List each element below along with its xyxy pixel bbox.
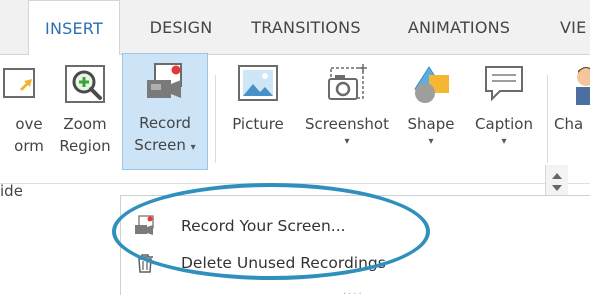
screenshot-camera-icon	[328, 64, 367, 100]
chevron-down-icon: ▾	[190, 142, 196, 153]
move-form-icon	[3, 68, 35, 98]
video-camera-icon	[147, 63, 182, 98]
picture-icon	[238, 65, 278, 101]
chevron-down-icon: ▾	[344, 136, 350, 147]
caption-icon	[485, 66, 523, 102]
characters-button[interactable]: Cha	[554, 55, 590, 183]
move-form-label: ove orm	[14, 115, 44, 155]
caption-button[interactable]: Caption ▾	[466, 55, 542, 183]
screenshot-button[interactable]: Screenshot ▾	[294, 55, 400, 183]
shape-label: Shape ▾	[407, 115, 455, 147]
menu-item-label: Record Your Screen...	[181, 217, 346, 235]
scroll-arrows-icon	[552, 173, 562, 191]
character-icon	[576, 67, 590, 105]
ribbon-separator	[547, 75, 548, 163]
character-label: Cha	[554, 115, 584, 133]
menu-item-label: Delete Unused Recordings	[181, 254, 386, 272]
tab-transitions[interactable]: TRANSITIONS	[238, 0, 374, 55]
ribbon-scroll-control[interactable]	[545, 165, 568, 199]
tab-animations[interactable]: ANIMATIONS	[396, 0, 522, 55]
screenshot-label: Screenshot ▾	[305, 115, 389, 147]
chevron-down-icon: ▾	[428, 136, 434, 147]
ribbon-tab-bar: INSERT DESIGN TRANSITIONS ANIMATIONS VIE	[0, 0, 590, 56]
dropdown-resize-grip[interactable]: ....	[343, 286, 364, 297]
ribbon-separator	[215, 75, 216, 163]
caption-label: Caption ▾	[475, 115, 533, 147]
tab-design[interactable]: DESIGN	[140, 0, 222, 55]
record-screen-label: Record Screen ▾	[134, 114, 196, 154]
tab-view[interactable]: VIE	[560, 0, 590, 55]
ribbon-panel: ove orm Zoom Region Record Screen ▾ Pict…	[0, 53, 590, 200]
tab-insert[interactable]: INSERT	[28, 0, 120, 56]
zoom-region-icon	[65, 65, 105, 103]
shape-button[interactable]: Shape ▾	[402, 55, 460, 183]
shapes-icon	[414, 66, 449, 103]
record-screen-icon	[135, 215, 154, 235]
menu-item-record-your-screen[interactable]: Record Your Screen...	[121, 211, 431, 241]
chevron-down-icon: ▾	[501, 136, 507, 147]
zoom-region-label: Zoom Region	[59, 115, 111, 155]
picture-button[interactable]: Picture	[225, 55, 291, 183]
zoom-region-button[interactable]: Zoom Region	[52, 55, 118, 183]
record-screen-button[interactable]: Record Screen ▾	[122, 53, 208, 170]
picture-label: Picture	[232, 115, 284, 133]
trash-icon	[137, 254, 153, 273]
move-form-button[interactable]: ove orm	[0, 55, 52, 183]
ribbon-group-label: ide	[0, 182, 23, 200]
menu-item-delete-unused-recordings[interactable]: Delete Unused Recordings	[121, 248, 431, 278]
record-screen-dropdown: Record Your Screen... Delete Unused Reco…	[120, 195, 590, 295]
